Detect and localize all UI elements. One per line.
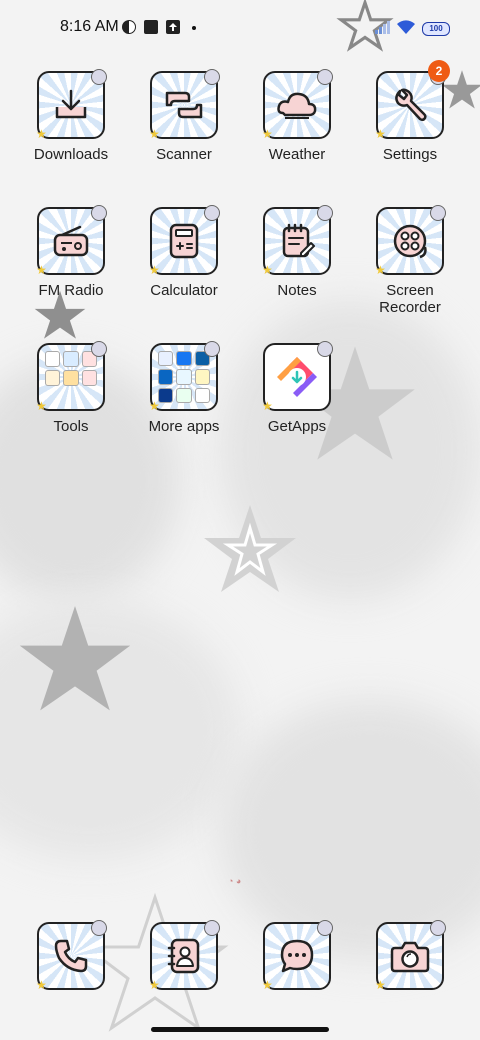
app-tile: ★	[375, 69, 446, 141]
page-indicator: ◔ ◕	[228, 876, 242, 886]
theme-corner-badge-icon	[91, 69, 107, 85]
theme-corner-star-icon: ★	[262, 127, 273, 141]
theme-corner-star-icon: ★	[149, 978, 160, 992]
status-bar: 8:16 AM 100	[0, 0, 480, 56]
settings-notification-badge: 2	[428, 60, 450, 82]
app-tile: ★	[36, 205, 107, 277]
app-tile: ★	[149, 205, 220, 277]
theme-corner-badge-icon	[430, 920, 446, 936]
app-label: Downloads	[33, 146, 109, 163]
app-screen-recorder[interactable]: ★ Screen Recorder	[356, 205, 464, 316]
star-decoration-icon	[204, 505, 296, 592]
theme-corner-badge-icon	[317, 205, 333, 221]
theme-corner-badge-icon	[317, 920, 333, 936]
phone-icon	[54, 939, 88, 973]
app-tile: ★	[262, 205, 333, 277]
theme-corner-star-icon: ★	[262, 978, 273, 992]
app-label: FM Radio	[38, 282, 104, 299]
download-icon	[55, 89, 87, 119]
app-tile: ★	[149, 69, 220, 141]
app-notes[interactable]: ★ Notes	[243, 205, 351, 299]
app-settings[interactable]: ★ Settings	[356, 69, 464, 163]
theme-corner-star-icon: ★	[262, 263, 273, 277]
app-scanner[interactable]: ★ Scanner	[130, 69, 238, 163]
app-tile: ★	[262, 69, 333, 141]
dock-camera[interactable]: ★	[356, 920, 464, 992]
theme-corner-star-icon: ★	[149, 263, 160, 277]
theme-corner-badge-icon	[204, 205, 220, 221]
signal-icon	[375, 21, 390, 34]
gesture-nav-handle[interactable]	[151, 1027, 329, 1032]
folder-preview-grid	[158, 351, 210, 403]
cloud-icon	[277, 92, 317, 119]
app-label: Screen Recorder	[379, 282, 441, 316]
wifi-icon	[397, 20, 415, 34]
vpn-icon	[122, 20, 136, 34]
theme-corner-star-icon: ★	[375, 127, 386, 141]
app-label: Tools	[53, 418, 89, 435]
app-label: Settings	[382, 146, 438, 163]
app-label: Scanner	[156, 146, 212, 163]
app-label: GetApps	[267, 418, 327, 435]
more-notifications-dot	[192, 26, 196, 30]
app-fm-radio[interactable]: ★ FM Radio	[17, 205, 125, 299]
app-downloads[interactable]: ★ Downloads	[17, 69, 125, 163]
record-icon	[393, 224, 427, 259]
folder-more-apps[interactable]: ★ More apps	[130, 341, 238, 435]
theme-corner-star-icon: ★	[375, 978, 386, 992]
theme-corner-star-icon: ★	[36, 978, 47, 992]
theme-corner-star-icon: ★	[149, 399, 160, 413]
star-decoration-icon	[19, 606, 131, 711]
wrench-icon	[395, 88, 427, 122]
notes-icon	[282, 223, 315, 258]
theme-corner-badge-icon	[317, 69, 333, 85]
app-tile: ★	[36, 920, 107, 992]
folder-preview-grid	[45, 351, 97, 403]
theme-corner-badge-icon	[430, 205, 446, 221]
app-weather[interactable]: ★ Weather	[243, 69, 351, 163]
app-tile: ★	[262, 341, 333, 413]
upload-notification-icon	[166, 20, 180, 34]
messages-icon	[280, 939, 314, 973]
app-label: Notes	[277, 282, 317, 299]
app-calculator[interactable]: ★ Calculator	[130, 205, 238, 299]
dock-contacts[interactable]: ★	[130, 920, 238, 992]
calculator-icon	[169, 223, 199, 259]
app-tile: ★	[262, 920, 333, 992]
battery-indicator: 100	[422, 22, 450, 36]
theme-corner-star-icon: ★	[36, 263, 47, 277]
folder-tile: ★	[149, 341, 220, 413]
theme-corner-badge-icon	[204, 920, 220, 936]
theme-corner-badge-icon	[204, 69, 220, 85]
radio-icon	[53, 225, 89, 257]
theme-corner-badge-icon	[317, 341, 333, 357]
app-tile: ★	[36, 69, 107, 141]
contacts-icon	[167, 938, 200, 974]
app-label: Calculator	[150, 282, 218, 299]
theme-corner-star-icon: ★	[149, 127, 160, 141]
folder-tile: ★	[36, 341, 107, 413]
theme-corner-star-icon: ★	[262, 399, 273, 413]
camera-icon	[390, 941, 430, 973]
app-tile: ★	[149, 920, 220, 992]
theme-corner-star-icon: ★	[36, 399, 47, 413]
theme-corner-badge-icon	[91, 920, 107, 936]
status-time: 8:16 AM	[60, 18, 119, 35]
scanner-icon	[165, 91, 203, 119]
app-notification-icon	[144, 20, 158, 34]
app-tile: ★	[375, 205, 446, 277]
app-getapps[interactable]: ★ GetApps	[243, 341, 351, 435]
theme-corner-star-icon: ★	[375, 263, 386, 277]
theme-corner-star-icon: ★	[36, 127, 47, 141]
app-label: Weather	[268, 146, 326, 163]
dock-phone[interactable]: ★	[17, 920, 125, 992]
getapps-icon	[277, 357, 317, 397]
theme-corner-badge-icon	[91, 205, 107, 221]
app-tile: ★	[375, 920, 446, 992]
theme-corner-badge-icon	[204, 341, 220, 357]
app-label: More apps	[148, 418, 220, 435]
folder-tools[interactable]: ★ Tools	[17, 341, 125, 435]
dock-messages[interactable]: ★	[243, 920, 351, 992]
theme-corner-badge-icon	[91, 341, 107, 357]
